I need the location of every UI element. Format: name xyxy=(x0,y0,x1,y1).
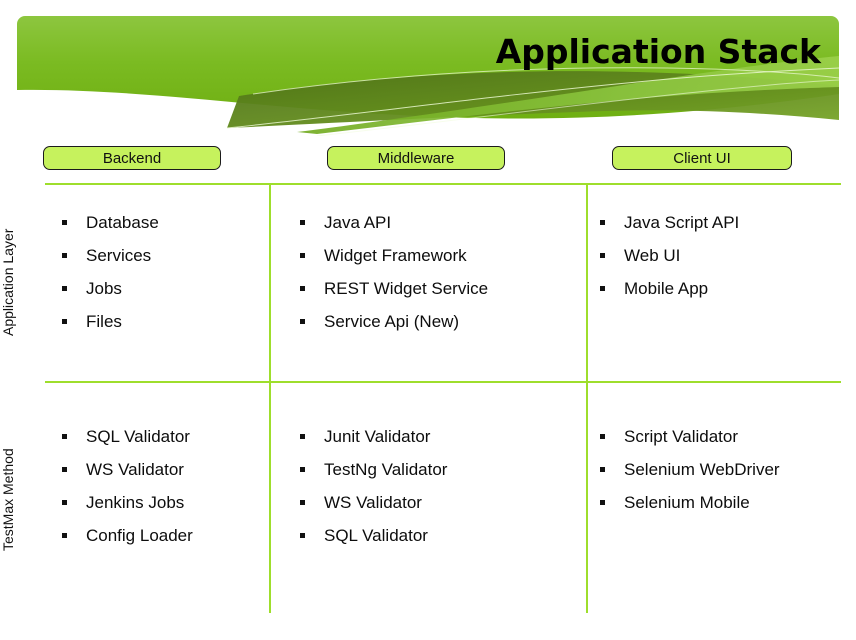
list: Junit Validator TestNg Validator WS Vali… xyxy=(298,420,447,552)
list-item-label: Script Validator xyxy=(624,427,739,446)
square-bullet-icon xyxy=(62,434,67,439)
list-item: SQL Validator xyxy=(298,519,447,552)
column-header-row: Backend Middleware Client UI xyxy=(0,146,856,174)
grid-line-horizontal-top xyxy=(45,183,841,185)
square-bullet-icon xyxy=(62,319,67,324)
square-bullet-icon xyxy=(62,533,67,538)
list-item: Junit Validator xyxy=(298,420,447,453)
row-label-application-layer: Application Layer xyxy=(0,228,16,337)
square-bullet-icon xyxy=(300,220,305,225)
list-item-label: Jenkins Jobs xyxy=(86,493,185,512)
square-bullet-icon xyxy=(300,319,305,324)
list-item: Selenium WebDriver xyxy=(598,453,780,486)
list: Script Validator Selenium WebDriver Sele… xyxy=(598,420,780,519)
square-bullet-icon xyxy=(300,533,305,538)
square-bullet-icon xyxy=(300,500,305,505)
list: Java API Widget Framework REST Widget Se… xyxy=(298,206,488,338)
list-item: Selenium Mobile xyxy=(598,486,780,519)
list-item: Script Validator xyxy=(598,420,780,453)
list-item: Java Script API xyxy=(598,206,739,239)
header-banner: Application Stack xyxy=(17,16,839,136)
list: Java Script API Web UI Mobile App xyxy=(598,206,739,305)
grid-line-vertical-second xyxy=(586,184,588,613)
column-header-backend[interactable]: Backend xyxy=(43,146,221,170)
list-item: Config Loader xyxy=(60,519,193,552)
list-item-label: Junit Validator xyxy=(324,427,431,446)
list-item-label: Java API xyxy=(324,213,392,232)
list-item-label: SQL Validator xyxy=(86,427,190,446)
square-bullet-icon xyxy=(600,500,605,505)
list-item-label: REST Widget Service xyxy=(324,279,489,298)
list-item: Database xyxy=(60,206,159,239)
square-bullet-icon xyxy=(62,253,67,258)
list-item-label: Mobile App xyxy=(624,279,709,298)
list-item: Services xyxy=(60,239,159,272)
list-item-label: TestNg Validator xyxy=(324,460,448,479)
list: SQL Validator WS Validator Jenkins Jobs … xyxy=(60,420,193,552)
square-bullet-icon xyxy=(300,286,305,291)
list-item-label: WS Validator xyxy=(324,493,422,512)
square-bullet-icon xyxy=(600,434,605,439)
list-item: Jobs xyxy=(60,272,159,305)
cell-application-layer-backend: Database Services Jobs Files xyxy=(60,206,159,338)
square-bullet-icon xyxy=(62,286,67,291)
list-item: Jenkins Jobs xyxy=(60,486,193,519)
square-bullet-icon xyxy=(600,220,605,225)
page-title: Application Stack xyxy=(495,32,821,71)
list-item: Widget Framework xyxy=(298,239,488,272)
list-item: Java API xyxy=(298,206,488,239)
list-item-label: Selenium WebDriver xyxy=(624,460,780,479)
list-item-label: Jobs xyxy=(86,279,122,298)
square-bullet-icon xyxy=(600,286,605,291)
square-bullet-icon xyxy=(600,253,605,258)
list-item-label: SQL Validator xyxy=(324,526,428,545)
list-item: SQL Validator xyxy=(60,420,193,453)
grid-line-horizontal-middle xyxy=(45,381,841,383)
square-bullet-icon xyxy=(62,467,67,472)
list-item-label: Services xyxy=(86,246,152,265)
cell-application-layer-middleware: Java API Widget Framework REST Widget Se… xyxy=(298,206,488,338)
list-item: REST Widget Service xyxy=(298,272,488,305)
list-item-label: Files xyxy=(86,312,122,331)
list-item: WS Validator xyxy=(60,453,193,486)
list-item: Mobile App xyxy=(598,272,739,305)
list-item-label: Config Loader xyxy=(86,526,193,545)
list-item: Files xyxy=(60,305,159,338)
square-bullet-icon xyxy=(300,467,305,472)
list-item-label: Widget Framework xyxy=(324,246,467,265)
list-item-label: Web UI xyxy=(624,246,681,265)
square-bullet-icon xyxy=(600,467,605,472)
row-label-testmax-method: TestMax Method xyxy=(0,448,16,552)
list-item-label: Java Script API xyxy=(624,213,740,232)
list: Database Services Jobs Files xyxy=(60,206,159,338)
list-item: Service Api (New) xyxy=(298,305,488,338)
list-item: Web UI xyxy=(598,239,739,272)
cell-testmax-method-client-ui: Script Validator Selenium WebDriver Sele… xyxy=(598,420,780,519)
cell-application-layer-client-ui: Java Script API Web UI Mobile App xyxy=(598,206,739,305)
square-bullet-icon xyxy=(300,434,305,439)
square-bullet-icon xyxy=(62,220,67,225)
square-bullet-icon xyxy=(300,253,305,258)
list-item: WS Validator xyxy=(298,486,447,519)
cell-testmax-method-backend: SQL Validator WS Validator Jenkins Jobs … xyxy=(60,420,193,552)
list-item-label: Database xyxy=(86,213,159,232)
column-header-client-ui[interactable]: Client UI xyxy=(612,146,792,170)
cell-testmax-method-middleware: Junit Validator TestNg Validator WS Vali… xyxy=(298,420,447,552)
list-item-label: Service Api (New) xyxy=(324,312,460,331)
list-item-label: Selenium Mobile xyxy=(624,493,750,512)
column-header-middleware[interactable]: Middleware xyxy=(327,146,505,170)
square-bullet-icon xyxy=(62,500,67,505)
grid-line-vertical-first xyxy=(269,184,271,613)
list-item: TestNg Validator xyxy=(298,453,447,486)
list-item-label: WS Validator xyxy=(86,460,184,479)
